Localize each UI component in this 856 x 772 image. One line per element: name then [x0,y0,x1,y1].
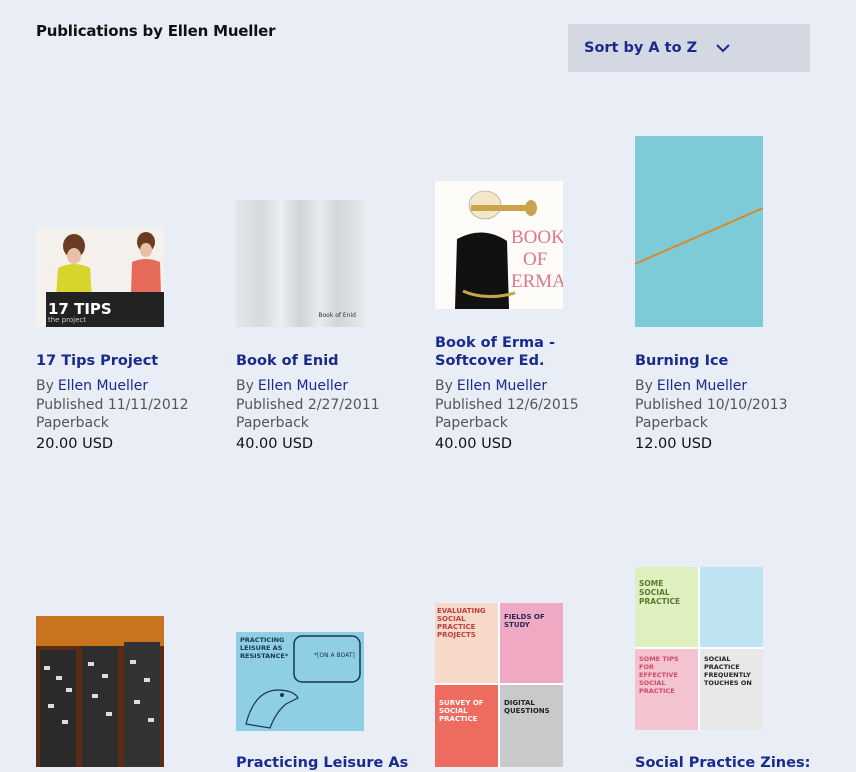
page-title: Publications by Ellen Mueller [36,22,276,40]
book-cover[interactable]: 17 TIPS the project [36,228,164,327]
book-cover[interactable]: PRACTICING LEISURE AS RESISTANCE* *[ON A… [236,632,364,731]
author-line: By Ellen Mueller [635,377,747,396]
cover-illustration [245,635,361,729]
author-link[interactable]: Ellen Mueller [657,378,747,394]
book-cover[interactable] [635,136,763,327]
price: 12.00 USD [635,436,713,452]
book-cover[interactable]: BOOK OF ERMA [435,181,563,309]
book-cover[interactable]: SOME SOCIAL PRACTICE SOME TIPS FOR EFFEC… [635,567,763,730]
publication-title[interactable]: Book of Erma - Softcover Ed. [435,334,615,370]
format: Paperback [236,415,309,431]
zine-tile: SOCIAL PRACTICE FREQUENTLY TOUCHES ON [700,649,763,730]
book-cover[interactable]: Book of Enid [236,200,364,327]
author-line: By Ellen Mueller [36,377,148,396]
cover-illustration [36,616,164,767]
publication-title[interactable]: Practicing Leisure As [236,754,416,772]
cover-subtitle: the project [48,316,87,324]
chevron-down-icon [716,44,730,53]
cover-title-line: OF [523,249,548,270]
format: Paperback [635,415,708,431]
zine-tile: SOME TIPS FOR EFFECTIVE SOCIAL PRACTICE [635,649,698,730]
cover-bubble-text: *[ON A BOAT] [314,652,355,659]
zine-tile-text: SOME TIPS FOR EFFECTIVE SOCIAL PRACTICE [639,655,679,695]
published-date: Published 10/10/2013 [635,397,788,413]
author-line: By Ellen Mueller [435,377,547,396]
publication-title[interactable]: 17 Tips Project [36,352,216,370]
zine-tile: DIGITAL QUESTIONS [500,685,563,767]
sort-dropdown[interactable]: Sort by A to Z [568,24,810,72]
by-label: By [36,378,54,394]
by-label: By [236,378,254,394]
price: 40.00 USD [236,436,314,452]
book-cover[interactable]: EVALUATING SOCIAL PRACTICE PROJECTS FIEL… [435,603,563,767]
zine-tile [700,567,763,647]
author-link[interactable]: Ellen Mueller [457,378,547,394]
publication-title[interactable]: Burning Ice [635,352,815,370]
zine-tile-text: SOME SOCIAL PRACTICE [639,579,681,606]
zine-tile: SOME SOCIAL PRACTICE [635,567,698,647]
by-label: By [435,378,453,394]
author-link[interactable]: Ellen Mueller [58,378,148,394]
cover-title-line: BOOK [511,227,563,248]
by-label: By [635,378,653,394]
format: Paperback [435,415,508,431]
price: 40.00 USD [435,436,513,452]
zine-tile-text: FIELDS OF STUDY [504,613,545,629]
publication-title[interactable]: Book of Enid [236,352,416,370]
sort-label: Sort by A to Z [584,40,698,56]
zine-tile: SURVEY OF SOCIAL PRACTICE [435,685,498,767]
price: 20.00 USD [36,436,114,452]
cover-title-line: ERMA [511,271,563,292]
author-line: By Ellen Mueller [236,377,348,396]
zine-tile-text: SOCIAL PRACTICE FREQUENTLY TOUCHES ON [704,655,752,687]
author-link[interactable]: Ellen Mueller [258,378,348,394]
zine-tile: EVALUATING SOCIAL PRACTICE PROJECTS [435,603,498,683]
published-date: Published 12/6/2015 [435,397,579,413]
cover-title: Book of Enid [318,312,356,319]
zine-tile-text: EVALUATING SOCIAL PRACTICE PROJECTS [437,607,486,639]
format: Paperback [36,415,109,431]
book-cover[interactable] [36,616,164,767]
zine-tile-text: DIGITAL QUESTIONS [504,699,550,715]
published-date: Published 2/27/2011 [236,397,380,413]
published-date: Published 11/11/2012 [36,397,189,413]
zine-tile: FIELDS OF STUDY [500,603,563,683]
zine-tile-text: SURVEY OF SOCIAL PRACTICE [439,699,484,723]
cover-illustration [635,207,763,265]
publication-title[interactable]: Social Practice Zines: [635,754,815,772]
